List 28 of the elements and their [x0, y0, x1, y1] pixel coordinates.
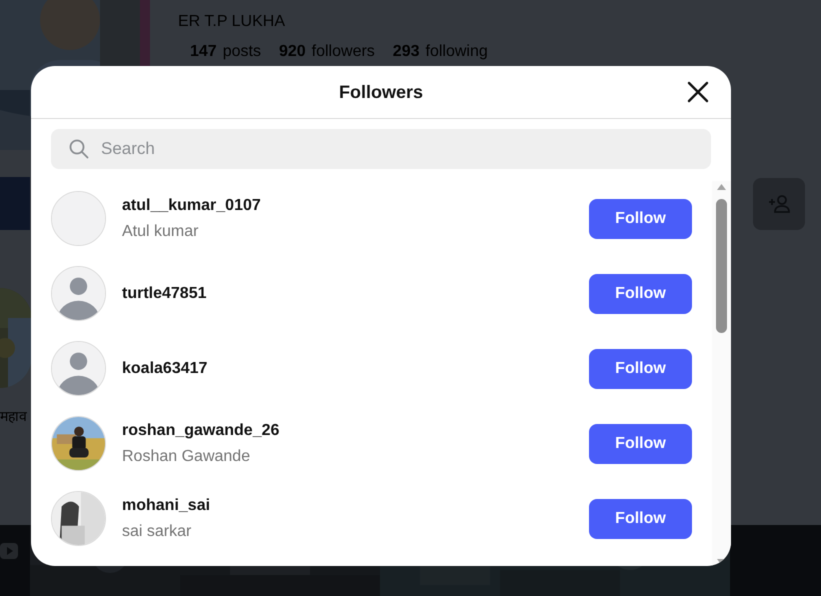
scrollbar[interactable] — [712, 181, 731, 566]
follow-button[interactable]: Follow — [589, 274, 692, 314]
username[interactable]: koala63417 — [122, 356, 573, 380]
close-button[interactable] — [685, 79, 711, 105]
scroll-thumb[interactable] — [716, 199, 727, 333]
close-icon — [685, 79, 711, 105]
stat-count: 147 — [190, 42, 217, 62]
add-person-icon — [768, 194, 790, 214]
highlight-caption: महाव — [0, 407, 27, 426]
username[interactable]: turtle47851 — [122, 282, 573, 306]
full-name: Atul kumar — [122, 222, 200, 242]
scroll-up-icon — [716, 183, 727, 191]
dialog-title: Followers — [338, 80, 423, 104]
search-icon — [69, 139, 89, 159]
stat-count: 920 — [278, 42, 306, 62]
follow-button[interactable]: Follow — [589, 198, 692, 238]
follow-button[interactable]: Follow — [589, 498, 692, 538]
profile-subtitle: ER T.P LUKHA — [178, 12, 286, 32]
search-field[interactable]: Search — [51, 129, 711, 169]
username[interactable]: roshan_gawande_26 — [122, 418, 573, 442]
full-name: sai sarkar — [122, 522, 192, 542]
full-name: Roshan Gawande — [122, 446, 252, 466]
suggest-button[interactable] — [753, 178, 805, 230]
username[interactable]: mohani_sai — [122, 494, 573, 518]
stat-count: 293 — [392, 42, 420, 62]
username[interactable]: atul__kumar_0107 — [122, 194, 573, 218]
follow-button[interactable]: Follow — [589, 424, 692, 464]
follow-button[interactable]: Follow — [589, 348, 692, 388]
